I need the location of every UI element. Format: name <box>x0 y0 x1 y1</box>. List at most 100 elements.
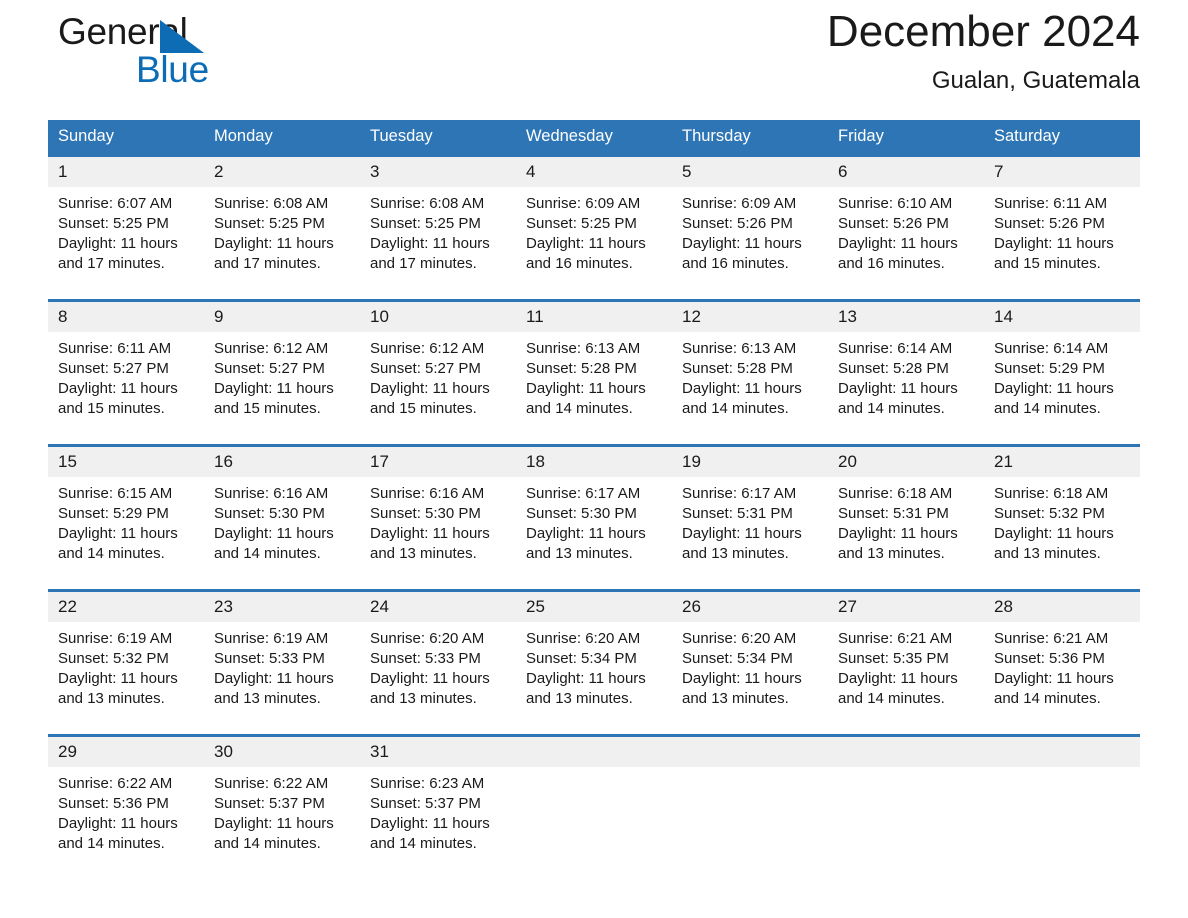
day-number[interactable]: 27 <box>828 592 984 622</box>
day-cell-empty <box>672 767 828 870</box>
sunset-text: Sunset: 5:36 PM <box>994 650 1105 667</box>
day-cell[interactable]: Sunrise: 6:09 AM Sunset: 5:25 PM Daylight:… <box>516 187 672 290</box>
day-number-empty <box>828 737 984 767</box>
daylight-text-line1: Daylight: 11 hours <box>682 235 802 252</box>
day-cell[interactable]: Sunrise: 6:10 AM Sunset: 5:26 PM Daylight:… <box>828 187 984 290</box>
day-number[interactable]: 6 <box>828 157 984 187</box>
day-number[interactable]: 24 <box>360 592 516 622</box>
day-number[interactable]: 4 <box>516 157 672 187</box>
day-cell[interactable]: Sunrise: 6:20 AM Sunset: 5:34 PM Daylight:… <box>516 622 672 725</box>
daylight-text-line2: and 14 minutes. <box>526 400 633 417</box>
sunrise-text: Sunrise: 6:13 AM <box>526 340 641 357</box>
daylight-text-line2: and 17 minutes. <box>214 255 321 272</box>
day-number-empty <box>516 737 672 767</box>
sunrise-text: Sunrise: 6:14 AM <box>838 340 953 357</box>
general-blue-logo: General Blue <box>58 12 318 98</box>
daylight-text-line2: and 13 minutes. <box>994 545 1101 562</box>
week-gap <box>48 290 1140 299</box>
day-number-row: 8 9 10 11 12 13 14 <box>48 302 1140 332</box>
day-cell[interactable]: Sunrise: 6:22 AM Sunset: 5:37 PM Daylight:… <box>204 767 360 870</box>
daylight-text-line1: Daylight: 11 hours <box>214 235 334 252</box>
day-cell[interactable]: Sunrise: 6:18 AM Sunset: 5:31 PM Daylight:… <box>828 477 984 580</box>
day-cell[interactable]: Sunrise: 6:20 AM Sunset: 5:33 PM Daylight:… <box>360 622 516 725</box>
day-number[interactable]: 22 <box>48 592 204 622</box>
day-cell[interactable]: Sunrise: 6:16 AM Sunset: 5:30 PM Daylight:… <box>360 477 516 580</box>
day-cell[interactable]: Sunrise: 6:18 AM Sunset: 5:32 PM Daylight:… <box>984 477 1140 580</box>
day-cell[interactable]: Sunrise: 6:11 AM Sunset: 5:26 PM Daylight:… <box>984 187 1140 290</box>
daylight-text-line2: and 13 minutes. <box>370 690 477 707</box>
day-cell[interactable]: Sunrise: 6:08 AM Sunset: 5:25 PM Daylight:… <box>360 187 516 290</box>
day-number[interactable]: 9 <box>204 302 360 332</box>
day-cell[interactable]: Sunrise: 6:20 AM Sunset: 5:34 PM Daylight:… <box>672 622 828 725</box>
day-number[interactable]: 21 <box>984 447 1140 477</box>
day-cell[interactable]: Sunrise: 6:22 AM Sunset: 5:36 PM Daylight:… <box>48 767 204 870</box>
sunset-text: Sunset: 5:27 PM <box>370 360 481 377</box>
day-cell[interactable]: Sunrise: 6:15 AM Sunset: 5:29 PM Daylight:… <box>48 477 204 580</box>
day-cell[interactable]: Sunrise: 6:12 AM Sunset: 5:27 PM Daylight:… <box>204 332 360 435</box>
day-number[interactable]: 2 <box>204 157 360 187</box>
day-number[interactable]: 3 <box>360 157 516 187</box>
day-cell[interactable]: Sunrise: 6:23 AM Sunset: 5:37 PM Daylight:… <box>360 767 516 870</box>
day-cell[interactable]: Sunrise: 6:16 AM Sunset: 5:30 PM Daylight:… <box>204 477 360 580</box>
day-cell[interactable]: Sunrise: 6:08 AM Sunset: 5:25 PM Daylight:… <box>204 187 360 290</box>
sunrise-text: Sunrise: 6:16 AM <box>370 485 485 502</box>
day-number[interactable]: 25 <box>516 592 672 622</box>
day-cell[interactable]: Sunrise: 6:14 AM Sunset: 5:29 PM Daylight:… <box>984 332 1140 435</box>
day-cell[interactable]: Sunrise: 6:21 AM Sunset: 5:35 PM Daylight:… <box>828 622 984 725</box>
sunset-text: Sunset: 5:27 PM <box>58 360 169 377</box>
day-cell[interactable]: Sunrise: 6:12 AM Sunset: 5:27 PM Daylight:… <box>360 332 516 435</box>
sunrise-text: Sunrise: 6:09 AM <box>526 195 641 212</box>
day-number[interactable]: 15 <box>48 447 204 477</box>
day-number[interactable]: 19 <box>672 447 828 477</box>
sunset-text: Sunset: 5:25 PM <box>58 215 169 232</box>
daylight-text-line1: Daylight: 11 hours <box>994 525 1114 542</box>
day-number[interactable]: 8 <box>48 302 204 332</box>
day-number-row: 15 16 17 18 19 20 21 <box>48 447 1140 477</box>
day-cell[interactable]: Sunrise: 6:13 AM Sunset: 5:28 PM Daylight:… <box>672 332 828 435</box>
sunrise-text: Sunrise: 6:12 AM <box>214 340 329 357</box>
day-number[interactable]: 16 <box>204 447 360 477</box>
day-number[interactable]: 1 <box>48 157 204 187</box>
day-cell[interactable]: Sunrise: 6:11 AM Sunset: 5:27 PM Daylight:… <box>48 332 204 435</box>
day-number[interactable]: 26 <box>672 592 828 622</box>
day-cell[interactable]: Sunrise: 6:19 AM Sunset: 5:33 PM Daylight:… <box>204 622 360 725</box>
day-cell[interactable]: Sunrise: 6:14 AM Sunset: 5:28 PM Daylight:… <box>828 332 984 435</box>
daylight-text-line1: Daylight: 11 hours <box>526 235 646 252</box>
sunset-text: Sunset: 5:26 PM <box>682 215 793 232</box>
day-number[interactable]: 31 <box>360 737 516 767</box>
day-number[interactable]: 7 <box>984 157 1140 187</box>
day-cell[interactable]: Sunrise: 6:21 AM Sunset: 5:36 PM Daylight:… <box>984 622 1140 725</box>
sunset-text: Sunset: 5:30 PM <box>370 505 481 522</box>
day-number[interactable]: 28 <box>984 592 1140 622</box>
day-number[interactable]: 11 <box>516 302 672 332</box>
day-number[interactable]: 18 <box>516 447 672 477</box>
daylight-text-line1: Daylight: 11 hours <box>58 815 178 832</box>
day-number[interactable]: 13 <box>828 302 984 332</box>
day-number[interactable]: 12 <box>672 302 828 332</box>
day-info-row: Sunrise: 6:19 AM Sunset: 5:32 PM Daylight:… <box>48 622 1140 725</box>
day-cell[interactable]: Sunrise: 6:17 AM Sunset: 5:30 PM Daylight:… <box>516 477 672 580</box>
day-number[interactable]: 10 <box>360 302 516 332</box>
day-cell[interactable]: Sunrise: 6:19 AM Sunset: 5:32 PM Daylight:… <box>48 622 204 725</box>
daylight-text-line2: and 14 minutes. <box>994 690 1101 707</box>
daylight-text-line1: Daylight: 11 hours <box>58 380 178 397</box>
daylight-text-line2: and 15 minutes. <box>214 400 321 417</box>
day-number[interactable]: 5 <box>672 157 828 187</box>
day-info-row: Sunrise: 6:22 AM Sunset: 5:36 PM Daylight:… <box>48 767 1140 870</box>
daylight-text-line2: and 13 minutes. <box>58 690 165 707</box>
day-number[interactable]: 30 <box>204 737 360 767</box>
day-number[interactable]: 23 <box>204 592 360 622</box>
day-cell[interactable]: Sunrise: 6:13 AM Sunset: 5:28 PM Daylight:… <box>516 332 672 435</box>
day-cell[interactable]: Sunrise: 6:07 AM Sunset: 5:25 PM Daylight:… <box>48 187 204 290</box>
day-cell[interactable]: Sunrise: 6:09 AM Sunset: 5:26 PM Daylight:… <box>672 187 828 290</box>
daylight-text-line2: and 14 minutes. <box>838 400 945 417</box>
day-cell-empty <box>984 767 1140 870</box>
day-number[interactable]: 29 <box>48 737 204 767</box>
day-number-empty <box>984 737 1140 767</box>
day-number[interactable]: 17 <box>360 447 516 477</box>
daylight-text-line2: and 14 minutes. <box>214 545 321 562</box>
day-cell[interactable]: Sunrise: 6:17 AM Sunset: 5:31 PM Daylight:… <box>672 477 828 580</box>
sunset-text: Sunset: 5:37 PM <box>370 795 481 812</box>
day-number[interactable]: 14 <box>984 302 1140 332</box>
day-number[interactable]: 20 <box>828 447 984 477</box>
